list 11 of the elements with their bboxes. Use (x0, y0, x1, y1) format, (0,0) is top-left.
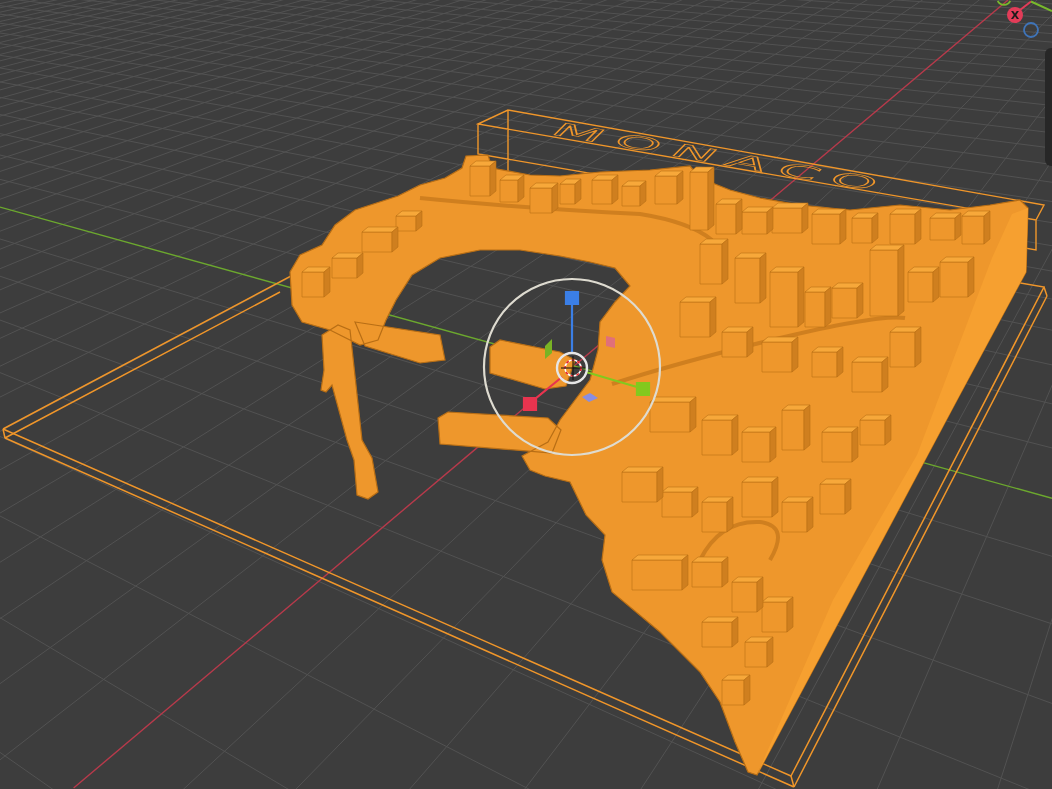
plane-handle[interactable] (582, 393, 598, 402)
move-arrow[interactable] (584, 370, 651, 397)
axis-button[interactable]: X (1007, 7, 1023, 23)
plane-handle[interactable] (545, 339, 552, 359)
move-arrow[interactable] (522, 375, 564, 412)
rotate-ring[interactable] (482, 277, 662, 457)
center-ring[interactable] (555, 351, 589, 385)
move-arrow[interactable] (564, 290, 580, 354)
axis-button[interactable] (996, 0, 1012, 6)
plane-handle[interactable] (606, 336, 615, 348)
crosshair-icon (560, 355, 586, 381)
